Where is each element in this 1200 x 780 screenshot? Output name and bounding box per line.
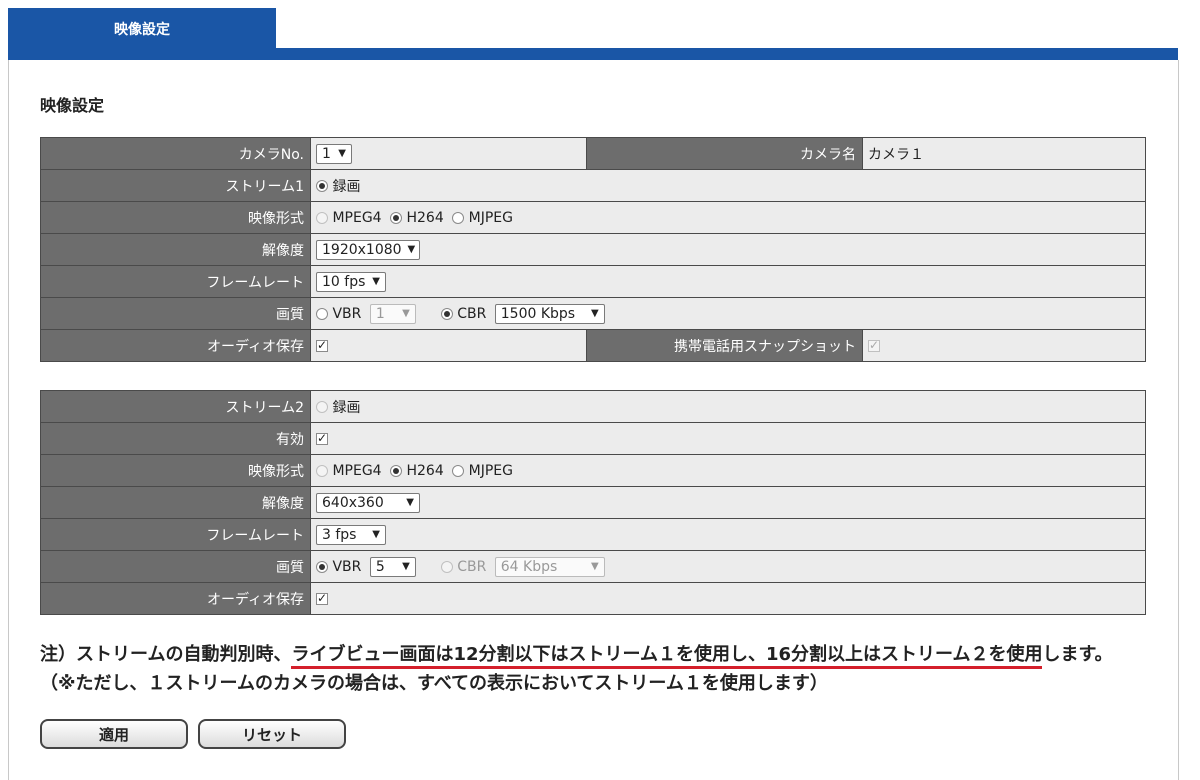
chevron-down-icon: ▼ (402, 561, 410, 572)
table-row: フレームレート 10 fps ▼ (40, 265, 1146, 298)
enabled-label: 有効 (40, 422, 311, 455)
chevron-down-icon: ▼ (402, 308, 410, 319)
format-option-label: H264 (406, 209, 444, 226)
chevron-down-icon: ▼ (407, 244, 416, 255)
chevron-down-icon: ▼ (338, 148, 346, 159)
format-label: 映像形式 (40, 201, 311, 234)
table-row: 解像度 640x360 ▼ (40, 486, 1146, 519)
record-label: 録画 (332, 399, 361, 416)
format-label: 映像形式 (40, 454, 311, 487)
stream1-record-radio[interactable] (316, 179, 328, 192)
camera-no-label: カメラNo. (40, 137, 311, 170)
table-row: 有効 (40, 422, 1146, 455)
cbr-label: CBR (457, 305, 487, 322)
quality-label: 画質 (40, 297, 311, 330)
format-h264-radio[interactable] (390, 464, 403, 477)
vbr-label: VBR (332, 558, 362, 575)
table-row: オーディオ保存 (40, 582, 1146, 615)
stream2-settings-table: ストリーム2 録画 有効 映像形式 MPEG4 H264 MJPEG 解像度 6… (40, 390, 1146, 615)
framerate-select[interactable]: 10 fps ▼ (316, 271, 386, 292)
stream1-settings-table: カメラNo. 1 ▼ カメラ名 カメラ１ ストリーム1 録画 映像形式 MPEG4… (40, 137, 1146, 362)
note-underlined: ライブビュー画面は12分割以下はストリーム１を使用し、16分割以上はストリーム２… (291, 644, 1043, 669)
cbr-label: CBR (457, 558, 487, 575)
format-mpeg4-radio[interactable] (316, 211, 328, 224)
vbr-select[interactable]: 5 ▼ (369, 556, 416, 577)
stream1-label: ストリーム1 (40, 169, 311, 202)
chevron-down-icon: ▼ (591, 561, 599, 572)
vbr-radio[interactable] (316, 560, 328, 573)
table-row: 解像度 1920x1080 ▼ (40, 233, 1146, 266)
format-h264-radio[interactable] (390, 211, 403, 224)
table-row: オーディオ保存 携帯電話用スナップショット (40, 329, 1146, 362)
camera-no-select[interactable]: 1 ▼ (316, 143, 352, 164)
record-label: 録画 (332, 178, 361, 195)
camera-name-label: カメラ名 (586, 137, 863, 170)
chevron-down-icon: ▼ (372, 276, 380, 287)
chevron-down-icon: ▼ (591, 308, 599, 319)
reset-button[interactable]: リセット (198, 719, 346, 749)
resolution-select[interactable]: 640x360 ▼ (316, 492, 420, 513)
cbr-select[interactable]: 64 Kbps ▼ (494, 556, 605, 577)
tab-video-settings[interactable]: 映像設定 (8, 8, 276, 50)
framerate-label: フレームレート (40, 518, 311, 551)
audio-label: オーディオ保存 (40, 329, 311, 362)
table-row: 映像形式 MPEG4 H264 MJPEG (40, 454, 1146, 487)
cbr-select[interactable]: 1500 Kbps ▼ (494, 303, 605, 324)
resolution-label: 解像度 (40, 486, 311, 519)
format-option-label: MJPEG (468, 209, 513, 226)
quality-label: 画質 (40, 550, 311, 583)
vbr-select[interactable]: 1 ▼ (369, 303, 416, 324)
cbr-radio[interactable] (440, 307, 453, 320)
table-row: 画質 VBR 5 ▼ CBR 64 Kbps ▼ (40, 550, 1146, 583)
vbr-label: VBR (332, 305, 362, 322)
table-row: ストリーム2 録画 (40, 390, 1146, 423)
note-prefix: 注）ストリームの自動判別時、 (40, 644, 292, 665)
stream-note: 注）ストリームの自動判別時、ライブビュー画面は12分割以下はストリーム１を使用し… (40, 640, 1130, 698)
format-option-label: H264 (406, 462, 444, 479)
resolution-select[interactable]: 1920x1080 ▼ (316, 239, 420, 260)
format-option-label: MJPEG (468, 462, 513, 479)
snapshot-label: 携帯電話用スナップショット (586, 329, 863, 362)
framerate-select[interactable]: 3 fps ▼ (316, 524, 386, 545)
page-title: 映像設定 (40, 96, 105, 115)
snapshot-checkbox[interactable] (868, 338, 880, 352)
tab-bar-line (8, 48, 1178, 60)
format-mjpeg-radio[interactable] (452, 464, 465, 477)
table-row: 映像形式 MPEG4 H264 MJPEG (40, 201, 1146, 234)
table-row: 画質 VBR 1 ▼ CBR 1500 Kbps ▼ (40, 297, 1146, 330)
resolution-label: 解像度 (40, 233, 311, 266)
framerate-label: フレームレート (40, 265, 311, 298)
chevron-down-icon: ▼ (406, 497, 414, 508)
chevron-down-icon: ▼ (372, 529, 380, 540)
enabled-checkbox[interactable] (316, 431, 328, 445)
format-mjpeg-radio[interactable] (452, 211, 465, 224)
table-row: フレームレート 3 fps ▼ (40, 518, 1146, 551)
camera-name-value: カメラ１ (862, 137, 1146, 170)
audio-checkbox[interactable] (316, 591, 328, 605)
format-option-label: MPEG4 (332, 462, 382, 479)
stream2-record-radio[interactable] (316, 400, 328, 413)
vbr-radio[interactable] (316, 307, 328, 320)
format-option-label: MPEG4 (332, 209, 382, 226)
audio-label: オーディオ保存 (40, 582, 311, 615)
cbr-radio[interactable] (440, 560, 453, 573)
audio-checkbox[interactable] (316, 338, 328, 352)
table-row: カメラNo. 1 ▼ カメラ名 カメラ１ (40, 137, 1146, 170)
apply-button[interactable]: 適用 (40, 719, 188, 749)
format-mpeg4-radio[interactable] (316, 464, 328, 477)
stream2-label: ストリーム2 (40, 390, 311, 423)
table-row: ストリーム1 録画 (40, 169, 1146, 202)
